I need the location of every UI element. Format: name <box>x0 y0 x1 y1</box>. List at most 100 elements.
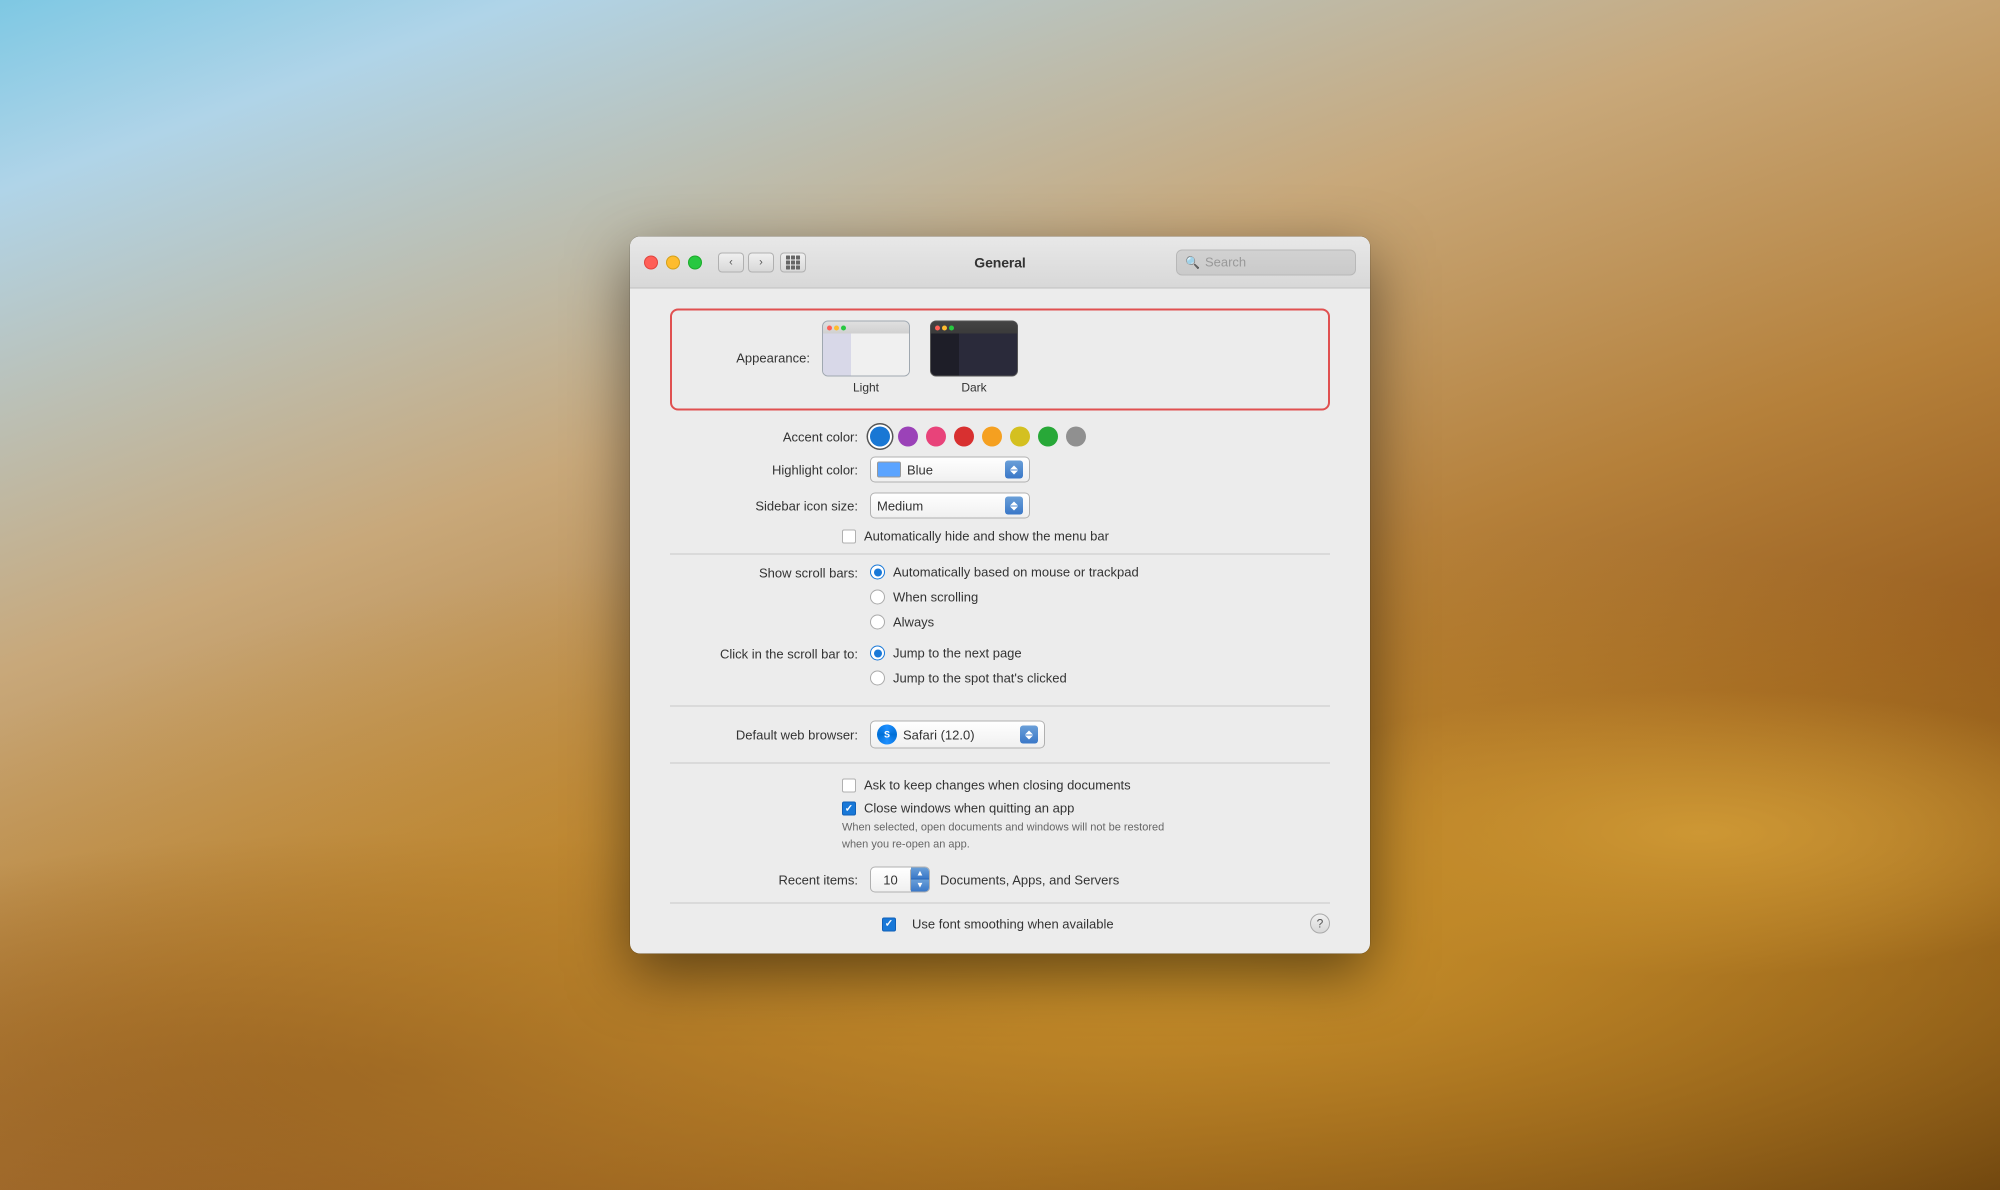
recent-items-label: Recent items: <box>670 872 870 887</box>
appearance-options: Light Dark <box>822 321 1018 395</box>
click-scroll-row: Click in the scroll bar to: Jump to the … <box>630 646 1370 692</box>
accent-red[interactable] <box>954 427 974 447</box>
maximize-button[interactable] <box>688 255 702 269</box>
accent-color-row: Accent color: <box>630 427 1370 447</box>
sidebar-icon-size-row: Sidebar icon size: Medium <box>630 493 1370 519</box>
browser-dropdown-arrow <box>1020 726 1038 744</box>
highlight-color-swatch <box>877 462 901 478</box>
sidebar-icon-size-label: Sidebar icon size: <box>670 498 870 513</box>
recent-items-value: 10 <box>871 869 911 890</box>
preferences-window: ‹ › General 🔍 Search Appearance: <box>630 237 1370 954</box>
accent-orange[interactable] <box>982 427 1002 447</box>
appearance-label: Appearance: <box>692 350 822 365</box>
scroll-auto-row: Automatically based on mouse or trackpad <box>870 565 1139 580</box>
search-bar[interactable]: 🔍 Search <box>1176 249 1356 275</box>
grid-icon <box>786 255 800 269</box>
menu-bar-checkbox[interactable] <box>842 530 856 544</box>
ask-changes-label: Ask to keep changes when closing documen… <box>864 778 1131 793</box>
click-next-row: Jump to the next page <box>870 646 1067 661</box>
highlight-color-row: Highlight color: Blue <box>630 457 1370 483</box>
click-spot-label: Jump to the spot that's clicked <box>893 671 1067 686</box>
back-button[interactable]: ‹ <box>718 252 744 272</box>
click-spot-row: Jump to the spot that's clicked <box>870 671 1067 686</box>
scroll-always-row: Always <box>870 615 1139 630</box>
traffic-lights <box>644 255 702 269</box>
nav-buttons: ‹ › <box>718 252 774 272</box>
close-windows-label: Close windows when quitting an app <box>864 801 1074 816</box>
title-bar: ‹ › General 🔍 Search <box>630 237 1370 289</box>
browser-label: Default web browser: <box>670 727 870 742</box>
click-next-radio[interactable] <box>870 646 885 661</box>
divider-3 <box>670 763 1330 764</box>
appearance-section: Appearance: Light <box>670 309 1330 411</box>
click-spot-radio[interactable] <box>870 671 885 686</box>
font-smoothing-label: Use font smoothing when available <box>912 916 1114 931</box>
font-smoothing-checkmark: ✓ <box>885 919 893 930</box>
highlight-color-label: Highlight color: <box>670 462 870 477</box>
close-windows-checkbox[interactable]: ✓ <box>842 802 856 816</box>
menu-bar-row: Automatically hide and show the menu bar <box>630 529 1370 544</box>
ask-changes-row: Ask to keep changes when closing documen… <box>630 778 1370 793</box>
click-scroll-options: Jump to the next page Jump to the spot t… <box>870 646 1067 692</box>
light-label: Light <box>853 381 879 395</box>
recent-items-suffix: Documents, Apps, and Servers <box>940 872 1119 887</box>
scroll-bars-options: Automatically based on mouse or trackpad… <box>870 565 1139 636</box>
scroll-bars-row: Show scroll bars: Automatically based on… <box>630 565 1370 636</box>
forward-button[interactable]: › <box>748 252 774 272</box>
accent-color-label: Accent color: <box>670 429 870 444</box>
accent-colors <box>870 427 1086 447</box>
settings-content: Appearance: Light <box>630 289 1370 954</box>
accent-yellow[interactable] <box>1010 427 1030 447</box>
checkmark-icon: ✓ <box>845 803 853 814</box>
help-button[interactable]: ? <box>1310 914 1330 934</box>
close-button[interactable] <box>644 255 658 269</box>
light-theme-thumbnail <box>822 321 910 377</box>
scroll-always-radio[interactable] <box>870 615 885 630</box>
highlight-dropdown-arrow <box>1005 461 1023 479</box>
grid-view-button[interactable] <box>780 252 806 272</box>
sidebar-size-dropdown-arrow <box>1005 497 1023 515</box>
safari-icon: S <box>877 725 897 745</box>
accent-purple[interactable] <box>898 427 918 447</box>
click-scroll-label: Click in the scroll bar to: <box>670 646 870 662</box>
search-input[interactable]: Search <box>1205 255 1347 270</box>
stepper-up[interactable]: ▲ <box>911 868 929 880</box>
browser-dropdown[interactable]: S Safari (12.0) <box>870 721 1045 749</box>
ask-changes-checkbox[interactable] <box>842 779 856 793</box>
recent-items-row: Recent items: 10 ▲ ▼ Documents, Apps, an… <box>630 867 1370 893</box>
scroll-scrolling-row: When scrolling <box>870 590 1139 605</box>
scroll-bars-label: Show scroll bars: <box>670 565 870 581</box>
browser-value: Safari (12.0) <box>903 727 1016 742</box>
stepper-arrows: ▲ ▼ <box>911 868 929 892</box>
divider-1 <box>670 554 1330 555</box>
scroll-scrolling-label: When scrolling <box>893 590 978 605</box>
dark-label: Dark <box>961 381 986 395</box>
menu-bar-label: Automatically hide and show the menu bar <box>864 529 1109 544</box>
minimize-button[interactable] <box>666 255 680 269</box>
font-smoothing-row: ✓ Use font smoothing when available ? <box>630 914 1370 934</box>
divider-2 <box>670 706 1330 707</box>
accent-graphite[interactable] <box>1066 427 1086 447</box>
sidebar-icon-size-value: Medium <box>877 498 1001 513</box>
stepper-down[interactable]: ▼ <box>911 880 929 892</box>
window-title: General <box>974 254 1025 270</box>
close-windows-hint: When selected, open documents and window… <box>630 820 1370 853</box>
accent-pink[interactable] <box>926 427 946 447</box>
scroll-auto-radio[interactable] <box>870 565 885 580</box>
highlight-color-dropdown[interactable]: Blue <box>870 457 1030 483</box>
highlight-color-value: Blue <box>907 462 1001 477</box>
scroll-auto-label: Automatically based on mouse or trackpad <box>893 565 1139 580</box>
recent-items-stepper[interactable]: 10 ▲ ▼ <box>870 867 930 893</box>
divider-4 <box>670 903 1330 904</box>
font-smoothing-checkbox[interactable]: ✓ <box>882 917 896 931</box>
close-windows-row: ✓ Close windows when quitting an app <box>630 801 1370 816</box>
sidebar-icon-size-dropdown[interactable]: Medium <box>870 493 1030 519</box>
appearance-light-option[interactable]: Light <box>822 321 910 395</box>
accent-green[interactable] <box>1038 427 1058 447</box>
dark-theme-thumbnail <box>930 321 1018 377</box>
scroll-scrolling-radio[interactable] <box>870 590 885 605</box>
search-icon: 🔍 <box>1185 255 1200 269</box>
accent-blue[interactable] <box>870 427 890 447</box>
appearance-dark-option[interactable]: Dark <box>930 321 1018 395</box>
click-next-label: Jump to the next page <box>893 646 1022 661</box>
